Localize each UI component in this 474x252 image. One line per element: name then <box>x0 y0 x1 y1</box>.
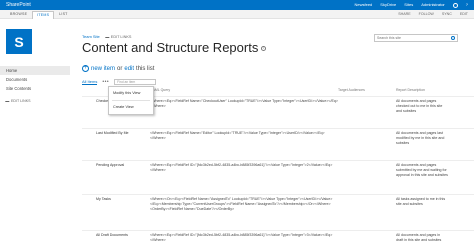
report-query: <Where><Eq><FieldRef ID="{fdc3b2ed-5bf2-… <box>150 233 333 242</box>
site-search <box>374 34 458 42</box>
ribbon-tabs: BROWSE ITEMS LIST <box>6 11 72 19</box>
view-dropdown-menu: Modify this View Create View <box>108 86 154 115</box>
page-title: Content and Structure Reports i <box>82 40 267 55</box>
table-row[interactable]: My Tasks <Where><Or><Eq><FieldRef Name="… <box>82 194 474 230</box>
column-header-target-audiences[interactable]: Target Audiences <box>338 88 365 92</box>
new-item-bar: + new item or edit this list <box>82 65 156 72</box>
share-button[interactable]: SHARE <box>398 12 410 17</box>
new-item-link[interactable]: new item <box>91 66 115 72</box>
tab-list[interactable]: LIST <box>55 11 71 19</box>
info-icon[interactable]: i <box>261 46 267 51</box>
report-name[interactable]: Last Modified By Me <box>96 131 136 136</box>
quick-launch-edit-links-label: EDIT LINKS <box>11 99 31 103</box>
quick-launch-site-contents[interactable]: Site Contents <box>0 84 70 93</box>
quick-launch-edit-links[interactable]: EDIT LINKS <box>0 96 70 105</box>
quick-launch-documents[interactable]: Documents <box>0 75 70 84</box>
settings-gear-icon[interactable] <box>452 2 458 8</box>
report-query: <Where><Eq><FieldRef Name="Editor" Looku… <box>150 131 325 140</box>
sync-button[interactable]: SYNC <box>442 12 452 17</box>
quick-launch: Home Documents Site Contents EDIT LINKS <box>0 66 70 105</box>
help-icon[interactable]: ? <box>466 2 468 8</box>
site-logo-icon[interactable]: S <box>6 29 32 54</box>
team-site-link[interactable]: Team Site <box>82 34 100 39</box>
this-list-text: this list <box>136 65 155 72</box>
report-query: <Where><Or><Eq><FieldRef Name="AssignedT… <box>150 197 333 211</box>
search-input[interactable] <box>375 35 449 41</box>
modify-view-item[interactable]: Modify this View <box>109 89 153 98</box>
sharepoint-brand[interactable]: SharePoint <box>6 2 31 8</box>
top-nav: Team Site EDIT LINKS <box>82 34 131 39</box>
edit-list-link[interactable]: edit <box>124 66 134 72</box>
ribbon-actions: SHARE FOLLOW SYNC EDIT <box>398 12 468 17</box>
report-query: <Where><Eq><FieldRef ID="{fdc3b2ed-5bf2-… <box>150 163 333 172</box>
column-header-report-description[interactable]: Report Description <box>396 88 425 92</box>
view-all-items[interactable]: All Items <box>82 79 98 85</box>
table-row[interactable]: Last Modified By Me <Where><Eq><FieldRef… <box>82 128 474 160</box>
report-description: All documents and pages checked out to m… <box>396 99 443 113</box>
plus-icon[interactable]: + <box>82 65 89 72</box>
report-query: <Where><Eq><FieldRef Name="CheckoutUser"… <box>150 99 338 108</box>
report-name[interactable]: Pending Approval <box>96 163 136 168</box>
sites-link[interactable]: Sites <box>404 2 413 8</box>
table-row[interactable]: All Draft Documents <Where><Eq><FieldRef… <box>82 230 474 252</box>
view-bar: All Items ••• Find an item <box>82 79 157 85</box>
suite-links: Newsfeed SkyDrive Sites Administrator ? <box>354 2 468 8</box>
report-description: All documents and pages in draft in this… <box>396 233 442 242</box>
page-title-text: Content and Structure Reports <box>82 40 259 55</box>
or-text: or <box>117 65 123 72</box>
edit-links-top-label: EDIT LINKS <box>110 35 132 39</box>
user-menu[interactable]: Administrator <box>421 2 445 8</box>
follow-button[interactable]: FOLLOW <box>419 12 434 17</box>
report-name[interactable]: My Tasks <box>96 197 136 202</box>
newsfeed-link[interactable]: Newsfeed <box>354 2 372 8</box>
edit-button[interactable]: EDIT <box>460 12 468 17</box>
report-description: All tasks assigned to me in this site an… <box>396 197 446 206</box>
find-item-input[interactable]: Find an item <box>114 79 157 85</box>
report-name[interactable]: All Draft Documents <box>96 233 136 238</box>
menu-divider <box>112 100 150 101</box>
report-description: All documents and pages last modified by… <box>396 131 445 145</box>
tab-browse[interactable]: BROWSE <box>6 11 31 19</box>
view-menu-ellipsis-icon[interactable]: ••• <box>102 79 109 85</box>
table-row[interactable]: Pending Approval <Where><Eq><FieldRef ID… <box>82 160 474 194</box>
ribbon: BROWSE ITEMS LIST SHARE FOLLOW SYNC EDIT <box>0 10 474 19</box>
suite-bar: SharePoint Newsfeed SkyDrive Sites Admin… <box>0 0 474 10</box>
tab-items[interactable]: ITEMS <box>32 11 55 19</box>
skydrive-link[interactable]: SkyDrive <box>380 2 396 8</box>
quick-launch-home[interactable]: Home <box>0 66 70 75</box>
create-view-item[interactable]: Create View <box>109 103 153 112</box>
edit-links-top[interactable]: EDIT LINKS <box>104 34 132 39</box>
report-description: All documents and pages submitted by me … <box>396 163 448 177</box>
search-icon[interactable] <box>451 36 455 40</box>
